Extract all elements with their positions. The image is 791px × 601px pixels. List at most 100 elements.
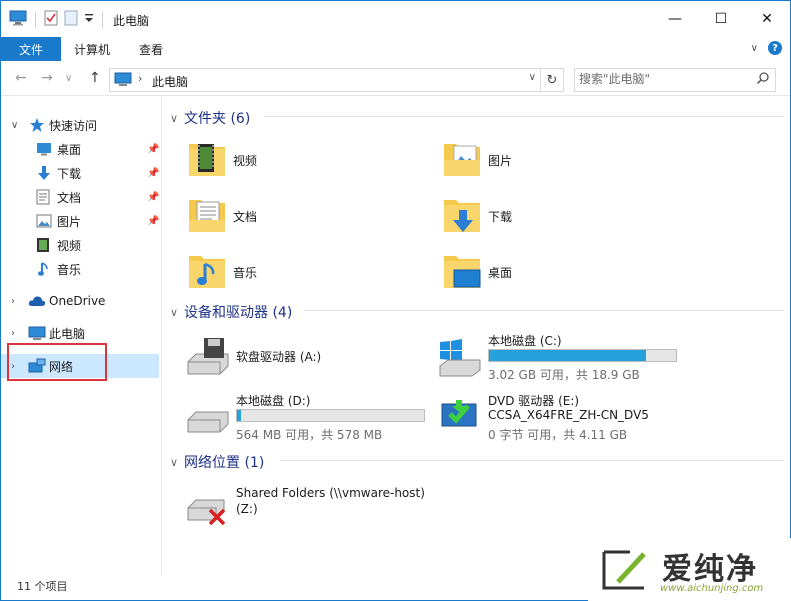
address-bar[interactable]: › 此电脑 ∨ [109, 68, 541, 92]
nav-item-music[interactable]: 音乐 [1, 258, 159, 280]
drive-item-d[interactable]: 本地磁盘 (D:) 564 MB 可用，共 578 MB [184, 392, 434, 448]
computer-icon [114, 72, 132, 90]
nav-label: 图片 [57, 214, 82, 229]
nav-label: OneDrive [49, 294, 106, 308]
drive-item-dvd[interactable]: DVD 驱动器 (E:) CCSA_X64FRE_ZH-CN_DV5 0 字节 … [436, 392, 686, 448]
capacity-fill [237, 410, 242, 421]
highlight-box [7, 343, 107, 381]
group-header-folders[interactable]: ∨ 文件夹 (6) [170, 108, 784, 128]
folder-label: 下载 [488, 210, 513, 224]
computer-icon [28, 326, 46, 341]
drive-name: 软盘驱动器 (A:) [236, 350, 322, 364]
refresh-button[interactable]: ↻ [541, 68, 564, 92]
document-folder-icon [187, 192, 227, 239]
new-folder-icon[interactable] [64, 10, 78, 29]
search-input[interactable] [579, 71, 749, 87]
chevron-right-icon: › [138, 72, 143, 85]
properties-icon[interactable] [44, 10, 58, 29]
chevron-down-icon[interactable]: ∨ [11, 120, 18, 131]
search-box[interactable] [574, 68, 776, 92]
group-header-label: 文件夹 (6) [184, 111, 251, 127]
network-share-name: Shared Folders (\\vmware-host) [236, 486, 425, 500]
nav-item-downloads[interactable]: 下载 📌 [1, 162, 159, 184]
help-icon[interactable]: ? [768, 41, 782, 55]
drive-space-info: 0 字节 可用，共 4.11 GB [488, 428, 628, 442]
back-button[interactable]: ← [15, 70, 27, 86]
minimize-button[interactable]: — [652, 1, 698, 37]
group-divider [280, 460, 784, 461]
desktop-folder-icon [442, 248, 482, 295]
nav-item-videos[interactable]: 视频 [1, 234, 159, 256]
drive-space-info: 3.02 GB 可用，共 18.9 GB [488, 368, 640, 382]
drive-item-floppy[interactable]: 软盘驱动器 (A:) [184, 334, 434, 390]
address-row: ← → ∨ ↑ › 此电脑 ∨ ↻ [1, 63, 790, 96]
pin-icon[interactable]: 📌 [147, 168, 159, 179]
group-header-label: 网络位置 (1) [184, 455, 265, 471]
document-icon [36, 189, 50, 205]
address-dropdown-button[interactable]: ∨ [529, 72, 536, 83]
nav-item-documents[interactable]: 文档 📌 [1, 186, 159, 208]
drive-volume-label: CCSA_X64FRE_ZH-CN_DV5 [488, 408, 649, 422]
expand-ribbon-button[interactable]: ∨ [751, 43, 758, 54]
chevron-down-icon[interactable]: ∨ [170, 456, 184, 469]
nav-label: 视频 [57, 238, 82, 253]
nav-onedrive[interactable]: › OneDrive [1, 290, 159, 312]
content-pane: ∨ 文件夹 (6) 视频 图片 文档 下载 音乐 桌面 ∨ 设备和驱动器 (4)… [162, 96, 790, 576]
onedrive-icon [28, 295, 46, 307]
folder-item-desktop[interactable]: 桌面 [442, 248, 642, 298]
watermark: 爱纯净 www.aichunjing.com [588, 538, 791, 601]
breadcrumb-this-pc[interactable]: 此电脑 [152, 73, 188, 90]
group-header-devices[interactable]: ∨ 设备和驱动器 (4) [170, 302, 784, 322]
window-controls: — ☐ ✕ [652, 1, 790, 37]
recent-locations-button[interactable]: ∨ [65, 73, 72, 84]
nav-label: 快速访问 [49, 118, 98, 133]
dvd-drive-icon [436, 394, 482, 437]
nav-label: 此电脑 [49, 326, 86, 341]
watermark-url: www.aichunjing.com [660, 583, 764, 594]
folder-label: 图片 [488, 154, 513, 168]
chevron-right-icon[interactable]: › [11, 296, 15, 307]
watermark-brand: 爱纯净 [662, 552, 758, 587]
hard-drive-icon [184, 394, 230, 437]
forward-button[interactable]: → [41, 70, 53, 86]
chevron-right-icon[interactable]: › [11, 328, 15, 339]
folder-label: 桌面 [488, 266, 513, 280]
folder-label: 视频 [233, 154, 258, 168]
pin-icon[interactable]: 📌 [147, 216, 159, 227]
customize-toolbar-icon[interactable] [84, 11, 94, 28]
music-folder-icon [187, 248, 227, 295]
capacity-bar [236, 409, 425, 422]
up-button[interactable]: ↑ [89, 70, 101, 86]
nav-this-pc[interactable]: › 此电脑 [1, 322, 159, 344]
ribbon-right-controls: ∨ ? [751, 41, 782, 55]
chevron-down-icon[interactable]: ∨ [170, 306, 184, 319]
maximize-button[interactable]: ☐ [698, 1, 744, 37]
folder-item-downloads[interactable]: 下载 [442, 192, 642, 242]
tab-view[interactable]: 查看 [139, 41, 163, 58]
group-header-label: 设备和驱动器 (4) [184, 305, 293, 321]
close-button[interactable]: ✕ [744, 1, 790, 37]
folder-item-music[interactable]: 音乐 [187, 248, 387, 298]
folder-item-documents[interactable]: 文档 [187, 192, 387, 242]
network-share-item[interactable]: Shared Folders (\\vmware-host) (Z:) [184, 486, 434, 542]
pin-icon[interactable]: 📌 [147, 144, 159, 155]
tab-file[interactable]: 文件 [1, 37, 61, 61]
computer-icon[interactable] [9, 10, 27, 29]
nav-quick-access[interactable]: ∨ 快速访问 [1, 114, 159, 136]
nav-label: 下载 [57, 166, 82, 181]
title-bar[interactable]: 此电脑 — ☐ ✕ [1, 1, 790, 37]
tab-computer[interactable]: 计算机 [74, 41, 110, 58]
search-icon[interactable] [756, 71, 770, 88]
nav-item-pictures[interactable]: 图片 📌 [1, 210, 159, 232]
drive-name: 本地磁盘 (C:) [488, 334, 562, 348]
drive-item-c[interactable]: 本地磁盘 (C:) 3.02 GB 可用，共 18.9 GB [436, 332, 686, 388]
folder-label: 音乐 [233, 266, 258, 280]
folder-item-pictures[interactable]: 图片 [442, 136, 642, 186]
chevron-down-icon[interactable]: ∨ [170, 112, 184, 125]
group-header-network-locations[interactable]: ∨ 网络位置 (1) [170, 452, 784, 472]
nav-item-desktop[interactable]: 桌面 📌 [1, 138, 159, 160]
video-folder-icon [187, 136, 227, 183]
pin-icon[interactable]: 📌 [147, 192, 159, 203]
ribbon-tabs: 文件 计算机 查看 ∨ ? [1, 37, 790, 61]
folder-item-videos[interactable]: 视频 [187, 136, 387, 186]
